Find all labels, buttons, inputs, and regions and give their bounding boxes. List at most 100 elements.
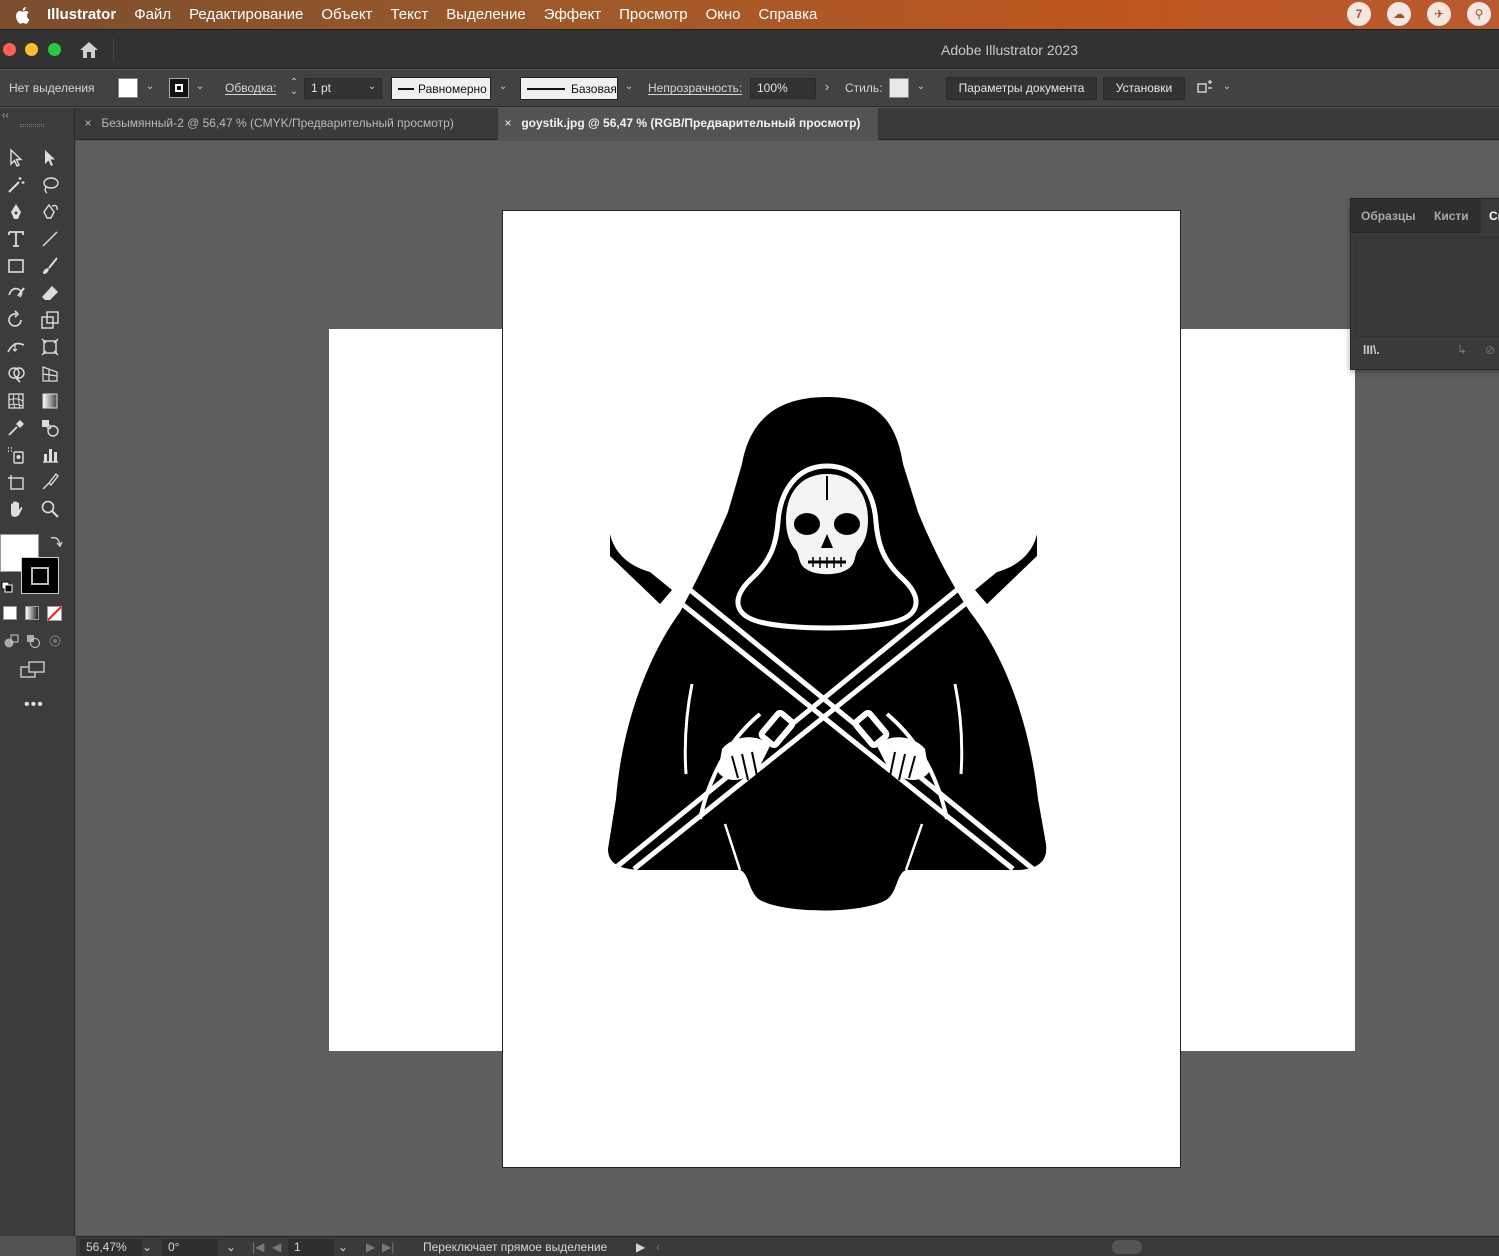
previous-artboard-icon[interactable]: ◀ bbox=[272, 1240, 281, 1254]
none-mode-icon[interactable] bbox=[47, 606, 62, 621]
draw-normal-icon[interactable] bbox=[3, 633, 19, 649]
direct-selection-tool-icon[interactable] bbox=[37, 146, 63, 170]
cloud-sync-icon[interactable]: ☁ bbox=[1387, 2, 1411, 26]
style-chevron-icon[interactable]: ⌄ bbox=[915, 81, 927, 93]
close-window-button[interactable] bbox=[3, 43, 16, 56]
type-tool-icon[interactable] bbox=[3, 227, 29, 251]
fill-dropdown-chevron-icon[interactable]: ⌄ bbox=[144, 81, 156, 93]
arrange-documents-icon[interactable] bbox=[1196, 79, 1214, 97]
next-artboard-icon[interactable]: ▶ bbox=[366, 1240, 375, 1254]
slice-tool-icon[interactable] bbox=[37, 470, 63, 494]
place-instance-icon[interactable]: ↳ bbox=[1457, 343, 1467, 357]
screen-mode-icon[interactable] bbox=[20, 661, 46, 679]
tab-brushes[interactable]: Кисти bbox=[1434, 209, 1469, 223]
stroke-weight-chevron-icon[interactable]: ⌄ bbox=[366, 81, 378, 93]
menu-select[interactable]: Выделение bbox=[446, 6, 525, 23]
shape-builder-tool-icon[interactable] bbox=[3, 362, 29, 386]
artboard-number-field[interactable]: 1 bbox=[288, 1239, 334, 1256]
rotate-tool-icon[interactable] bbox=[3, 308, 29, 332]
gradient-tool-icon[interactable] bbox=[37, 389, 63, 413]
shaper-tool-icon[interactable] bbox=[3, 281, 29, 305]
tab-swatches[interactable]: Образцы bbox=[1361, 209, 1416, 223]
close-tab-icon[interactable]: × bbox=[78, 108, 98, 139]
width-tool-icon[interactable] bbox=[3, 335, 29, 359]
line-segment-tool-icon[interactable] bbox=[37, 227, 63, 251]
magic-wand-tool-icon[interactable] bbox=[3, 173, 29, 197]
creative-cloud-icon[interactable]: 7 bbox=[1347, 2, 1371, 26]
draw-behind-icon[interactable] bbox=[25, 633, 41, 649]
variable-width-profile-dropdown[interactable]: Равномерно bbox=[391, 77, 491, 100]
free-transform-tool-icon[interactable] bbox=[37, 335, 63, 359]
minimize-window-button[interactable] bbox=[25, 43, 38, 56]
menu-window[interactable]: Окно bbox=[706, 6, 741, 23]
vpn-icon[interactable]: ⚲ bbox=[1467, 2, 1491, 26]
mesh-tool-icon[interactable] bbox=[3, 389, 29, 413]
menu-file[interactable]: Файл bbox=[134, 6, 171, 23]
apple-icon[interactable] bbox=[13, 5, 33, 25]
curvature-tool-icon[interactable] bbox=[37, 200, 63, 224]
opacity-label[interactable]: Непрозрачность: bbox=[648, 81, 742, 95]
preferences-button[interactable]: Установки bbox=[1103, 77, 1185, 100]
horizontal-scrollbar-thumb[interactable] bbox=[1112, 1240, 1142, 1254]
eyedropper-tool-icon[interactable] bbox=[3, 416, 29, 440]
stroke-color-swatch[interactable] bbox=[169, 78, 189, 98]
break-link-icon[interactable]: ⊘ bbox=[1485, 343, 1495, 357]
rotation-chevron-icon[interactable]: ⌄ bbox=[226, 1240, 236, 1254]
artboard[interactable] bbox=[502, 210, 1181, 1168]
column-graph-tool-icon[interactable] bbox=[37, 443, 63, 467]
pen-tool-icon[interactable] bbox=[3, 200, 29, 224]
rectangle-tool-icon[interactable] bbox=[3, 254, 29, 278]
tab-symbols[interactable]: Си bbox=[1481, 199, 1499, 233]
zoom-chevron-icon[interactable]: ⌄ bbox=[142, 1240, 152, 1254]
opacity-field[interactable]: 100% bbox=[750, 78, 816, 99]
opacity-expand-icon[interactable]: › bbox=[821, 80, 833, 93]
color-mode-button[interactable] bbox=[3, 606, 17, 620]
artboard-tool-icon[interactable] bbox=[3, 470, 29, 494]
default-fill-stroke-icon[interactable] bbox=[1, 581, 13, 593]
symbol-sprayer-tool-icon[interactable] bbox=[3, 443, 29, 467]
grim-reaper-artwork[interactable] bbox=[600, 394, 1047, 914]
gradient-mode-button[interactable] bbox=[25, 606, 39, 620]
paintbrush-tool-icon[interactable] bbox=[37, 254, 63, 278]
hand-tool-icon[interactable] bbox=[3, 497, 29, 521]
menu-type[interactable]: Текст bbox=[390, 6, 428, 23]
arrange-chevron-icon[interactable]: ⌄ bbox=[1221, 81, 1233, 93]
tab-untitled-2[interactable]: × Безымянный-2 @ 56,47 % (CMYK/Предварит… bbox=[78, 108, 496, 140]
close-tab-icon[interactable]: × bbox=[498, 108, 518, 139]
zoom-field[interactable]: 56,47% bbox=[80, 1239, 142, 1256]
tab-goystik[interactable]: × goystik.jpg @ 56,47 % (RGB/Предварител… bbox=[498, 108, 878, 140]
document-setup-button[interactable]: Параметры документа bbox=[946, 77, 1097, 100]
collapse-panel-icon[interactable]: ‹‹ bbox=[2, 110, 9, 121]
zoom-window-button[interactable] bbox=[48, 43, 61, 56]
menu-view[interactable]: Просмотр bbox=[619, 6, 688, 23]
libraries-menu-icon[interactable]: lII\. bbox=[1363, 343, 1380, 357]
graphic-style-swatch[interactable] bbox=[889, 78, 909, 98]
draw-inside-icon[interactable] bbox=[47, 633, 63, 649]
eraser-tool-icon[interactable] bbox=[37, 281, 63, 305]
artboard-chevron-icon[interactable]: ⌄ bbox=[338, 1240, 348, 1254]
canvas[interactable] bbox=[76, 141, 1499, 1235]
first-artboard-icon[interactable]: |◀ bbox=[252, 1240, 264, 1254]
menu-effect[interactable]: Эффект bbox=[544, 6, 601, 23]
menu-object[interactable]: Объект bbox=[321, 6, 372, 23]
stroke-weight-stepper-icon[interactable]: ⌃ ⌄ bbox=[288, 78, 300, 97]
brush-definition-dropdown[interactable]: Базовая bbox=[520, 77, 618, 100]
fill-color-swatch[interactable] bbox=[118, 78, 138, 98]
menu-edit[interactable]: Редактирование bbox=[189, 6, 303, 23]
menu-help[interactable]: Справка bbox=[758, 6, 817, 23]
scale-tool-icon[interactable] bbox=[37, 308, 63, 332]
panel-content[interactable] bbox=[1355, 237, 1499, 337]
edit-toolbar-icon[interactable]: ••• bbox=[24, 696, 44, 714]
home-icon[interactable] bbox=[78, 40, 100, 60]
perspective-grid-tool-icon[interactable] bbox=[37, 362, 63, 386]
scroll-left-icon[interactable]: ‹ bbox=[656, 1240, 660, 1254]
stroke-dropdown-chevron-icon[interactable]: ⌄ bbox=[194, 81, 206, 93]
panel-grip[interactable] bbox=[20, 124, 44, 127]
telegram-icon[interactable]: ✈ bbox=[1427, 2, 1451, 26]
selection-tool-icon[interactable] bbox=[3, 146, 29, 170]
stroke-color-box[interactable] bbox=[21, 557, 59, 594]
rotation-field[interactable]: 0° bbox=[162, 1239, 218, 1256]
lasso-tool-icon[interactable] bbox=[37, 173, 63, 197]
menu-app-name[interactable]: Illustrator bbox=[47, 6, 116, 23]
status-menu-icon[interactable]: ▶ bbox=[636, 1240, 645, 1254]
